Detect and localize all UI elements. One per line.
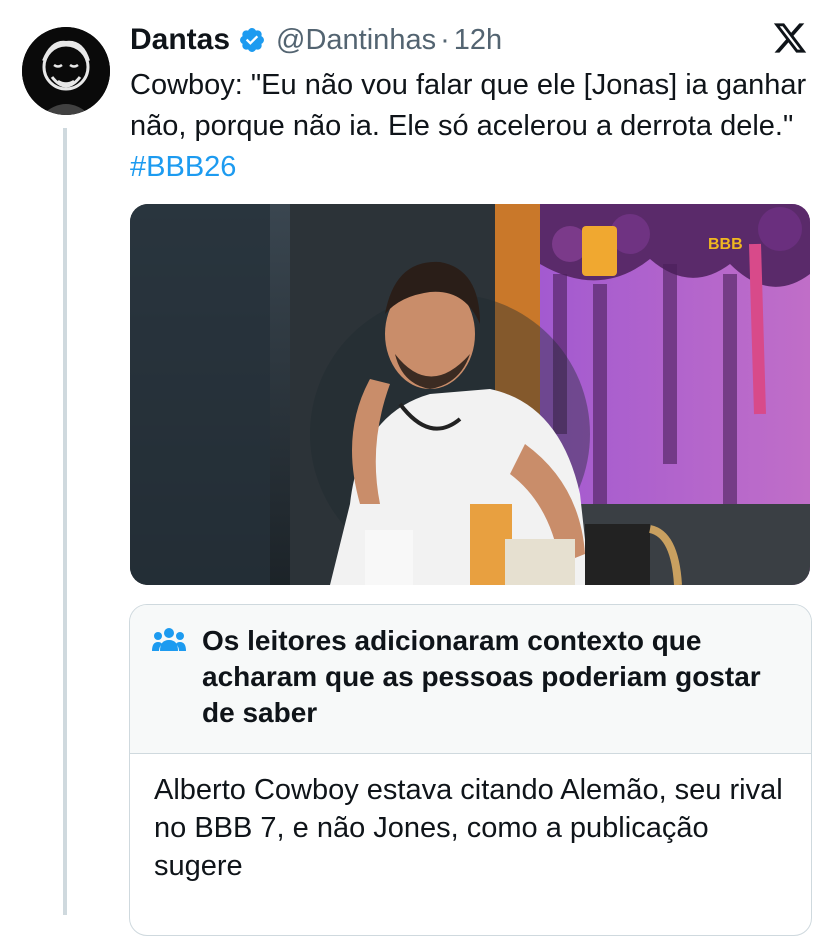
- tweet-photo[interactable]: BBB: [130, 204, 810, 585]
- tweet-header: Dantas @Dantinhas · 12h: [130, 22, 502, 58]
- tweet-body: Cowboy: "Eu não vou falar que ele [Jonas…: [130, 69, 807, 142]
- avatar-image: [22, 27, 110, 115]
- community-note-header: Os leitores adicionaram contexto que ach…: [130, 605, 811, 754]
- community-notes-icon: [152, 627, 186, 653]
- community-note-body: Alberto Cowboy estava citando Alemão, se…: [154, 774, 783, 882]
- community-note-title: Os leitores adicionaram contexto que ach…: [202, 625, 761, 728]
- avatar[interactable]: [22, 27, 110, 115]
- bbb-watermark: BBB: [708, 236, 743, 253]
- author-handle[interactable]: @Dantinhas: [276, 24, 436, 57]
- community-note[interactable]: Os leitores adicionaram contexto que ach…: [129, 604, 812, 936]
- separator-dot: ·: [440, 23, 450, 56]
- x-logo-icon: [772, 20, 808, 56]
- post-time[interactable]: 12h: [454, 24, 502, 57]
- tweet-text: Cowboy: "Eu não vou falar que ele [Jonas…: [130, 65, 810, 188]
- thread-line: [63, 128, 67, 915]
- author-name[interactable]: Dantas: [130, 23, 230, 57]
- hashtag-link[interactable]: #BBB26: [130, 151, 236, 183]
- photo-scene: BBB: [130, 204, 810, 585]
- verified-badge-icon: [238, 26, 266, 54]
